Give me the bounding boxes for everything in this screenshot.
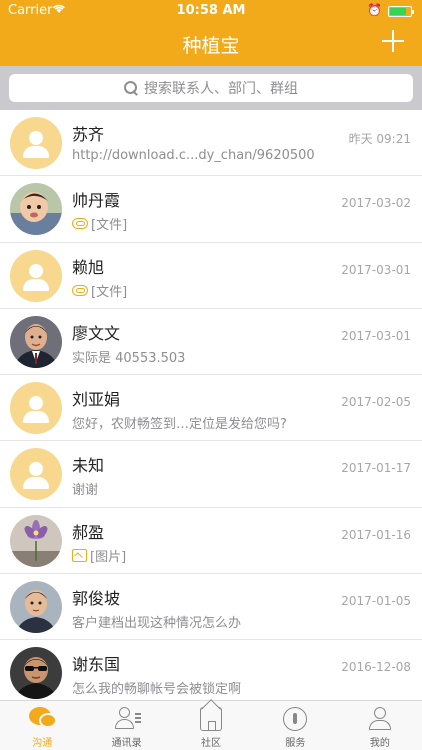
search-icon	[124, 81, 138, 95]
tab-contacts[interactable]: 通讯录	[84, 701, 168, 750]
message-text: [文件]	[91, 218, 128, 234]
tab-bar: 沟通 通讯录 社区 服务 我的	[0, 700, 422, 750]
message-text: 怎么我的畅聊帐号会被锁定啊	[72, 682, 242, 698]
contacts-icon	[114, 707, 141, 731]
contact-name: 郭俊坡	[72, 589, 121, 609]
avatar	[10, 183, 62, 236]
status-bar: Carrier 10:58 AM ⏰	[0, 0, 422, 22]
community-icon	[200, 707, 223, 731]
nav-header: Carrier 10:58 AM ⏰ 种植宝	[0, 0, 422, 66]
photo-child-avatar	[10, 183, 62, 236]
message-date: 2017-01-05	[341, 594, 411, 609]
last-message: http://download.c...dy_chan/9620500	[72, 148, 315, 163]
chat-icon	[29, 707, 58, 729]
conversation-item[interactable]: 帅丹霞 [文件] 2017-03-02	[0, 176, 422, 243]
contact-name: 刘亚娟	[72, 390, 121, 410]
message-date: 2017-03-01	[341, 328, 411, 343]
search-placeholder: 搜索联系人、部门、群组	[144, 81, 298, 97]
message-text: [文件]	[91, 284, 128, 300]
tab-community[interactable]: 社区	[169, 701, 253, 750]
search-bar: 搜索联系人、部门、群组	[0, 66, 422, 110]
conversation-list: 苏齐 http://download.c...dy_chan/9620500 昨…	[0, 110, 422, 707]
contact-name: 郝盈	[72, 522, 105, 542]
message-text: 您好，农财畅签到…定位是发给您吗?	[72, 417, 287, 433]
tab-label: 我的	[369, 738, 390, 749]
image-icon	[72, 548, 87, 562]
tab-service[interactable]: 服务	[253, 701, 337, 750]
last-message: 客户建档出现这种情况怎么办	[72, 612, 241, 631]
tab-chat[interactable]: 沟通	[0, 701, 84, 750]
message-text: http://download.c...dy_chan/9620500	[72, 148, 315, 163]
service-icon	[283, 707, 308, 731]
contact-name: 谢东国	[72, 655, 121, 675]
page-title: 种植宝	[182, 35, 240, 57]
last-message: 怎么我的畅聊帐号会被锁定啊	[72, 678, 241, 697]
message-text: 客户建档出现这种情况怎么办	[72, 616, 242, 632]
conversation-item[interactable]: 苏齐 http://download.c...dy_chan/9620500 昨…	[0, 110, 422, 177]
avatar	[10, 315, 62, 368]
message-date: 2017-03-01	[341, 262, 411, 277]
conversation-item[interactable]: 廖文文 实际是 40553.503 2017-03-01	[0, 309, 422, 376]
avatar-default-icon	[10, 448, 62, 501]
avatar	[10, 647, 62, 700]
conversation-item[interactable]: 郝盈 [图片] 2017-01-16	[0, 508, 422, 575]
add-button[interactable]	[382, 30, 404, 52]
battery-icon	[388, 6, 414, 17]
last-message: [图片]	[72, 546, 126, 565]
message-text: 实际是 40553.503	[72, 350, 186, 366]
message-date: 2016-12-08	[341, 660, 411, 675]
photo-man-suit-avatar	[10, 315, 62, 368]
message-date: 2017-03-02	[341, 196, 411, 211]
attachment-icon	[72, 218, 88, 230]
last-message: 谢谢	[72, 479, 98, 498]
contact-name: 未知	[72, 456, 105, 476]
clock: 10:58 AM	[176, 3, 246, 18]
me-icon	[368, 707, 392, 731]
search-input[interactable]: 搜索联系人、部门、群组	[9, 74, 413, 102]
contact-name: 苏齐	[72, 125, 105, 144]
conversation-item[interactable]: 刘亚娟 您好，农财畅签到…定位是发给您吗? 2017-02-05	[0, 375, 422, 442]
last-message: 您好，农财畅签到…定位是发给您吗?	[72, 413, 287, 432]
contact-name: 廖文文	[72, 323, 121, 343]
message-date: 2017-01-17	[341, 461, 411, 476]
conversation-item[interactable]: 未知 谢谢 2017-01-17	[0, 441, 422, 508]
conversation-item[interactable]: 赖旭 [文件] 2017-03-01	[0, 243, 422, 309]
message-date: 昨天 09:21	[348, 132, 411, 146]
last-message: [文件]	[72, 214, 127, 233]
alarm-icon: ⏰	[367, 3, 382, 17]
photo-man-avatar	[10, 581, 62, 634]
photo-flower-avatar	[10, 514, 62, 567]
conversation-item[interactable]: 谢东国 怎么我的畅聊帐号会被锁定啊 2016-12-08	[0, 640, 422, 707]
photo-man-sunglasses-avatar	[10, 647, 62, 700]
attachment-icon	[72, 284, 88, 296]
last-message: [文件]	[72, 281, 127, 300]
tab-me[interactable]: 我的	[338, 701, 422, 750]
message-text: 谢谢	[72, 483, 99, 499]
avatar-default-icon	[10, 382, 62, 435]
avatar	[10, 581, 62, 634]
conversation-item[interactable]: 郭俊坡 客户建档出现这种情况怎么办 2017-01-05	[0, 574, 422, 641]
contact-name: 帅丹霞	[72, 191, 121, 211]
tab-label: 社区	[201, 738, 222, 749]
last-message: 实际是 40553.503	[72, 347, 185, 366]
tab-label: 沟通	[32, 738, 53, 749]
tab-label: 通讯录	[111, 738, 142, 749]
message-date: 2017-01-16	[341, 527, 411, 542]
avatar	[10, 514, 62, 567]
contact-name: 赖旭	[72, 257, 105, 277]
avatar-default-icon	[10, 117, 62, 169]
avatar-default-icon	[10, 249, 62, 302]
tab-label: 服务	[285, 738, 306, 749]
message-date: 2017-02-05	[341, 395, 411, 410]
message-text: [图片]	[90, 549, 127, 565]
